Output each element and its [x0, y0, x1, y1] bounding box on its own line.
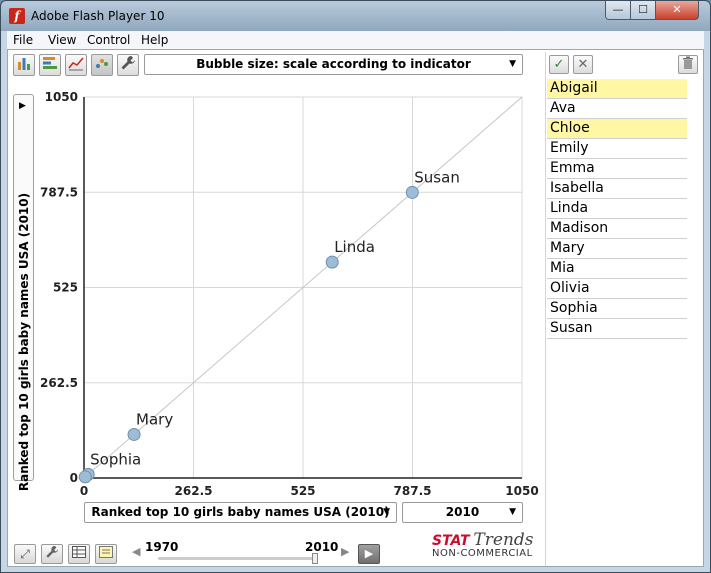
settings-wrench-icon[interactable] — [41, 544, 63, 564]
list-item-madison[interactable]: Madison — [547, 219, 687, 239]
x-tick-label: 262.5 — [175, 484, 213, 498]
data-point[interactable] — [325, 255, 339, 269]
deselect-all-button[interactable]: ✕ — [573, 55, 593, 74]
x-tick-label: 525 — [290, 484, 315, 498]
x-tick-label: 0 — [80, 484, 88, 498]
window-title: Adobe Flash Player 10 — [31, 9, 165, 23]
menu-help[interactable]: Help — [141, 33, 168, 47]
timeline-forward-icon[interactable]: ▶ — [341, 545, 349, 558]
brand-subtitle: NON-COMMERCIAL — [432, 548, 533, 559]
trash-icon[interactable] — [678, 55, 698, 74]
list-item-susan[interactable]: Susan — [547, 319, 687, 339]
data-point[interactable] — [405, 185, 419, 199]
y-tick-label: 1050 — [45, 90, 78, 104]
y-tick-label: 0 — [70, 471, 78, 485]
menu-file[interactable]: File — [13, 33, 33, 47]
stattrends-logo: STAT Trends NON-COMMERCIAL — [432, 530, 536, 559]
stattrends-app: Bubble size: scale according to indicato… — [7, 49, 704, 567]
x-axis-select-label: Ranked top 10 girls baby names USA (2010… — [91, 505, 390, 519]
timeline-back-icon[interactable]: ◀ — [132, 545, 140, 558]
data-point-label: Sophia — [90, 450, 141, 468]
title-bar[interactable]: f Adobe Flash Player 10 — ☐ ✕ — [1, 1, 710, 31]
flash-player-icon: f — [9, 8, 25, 24]
data-point-label: Mary — [136, 410, 173, 428]
list-item-olivia[interactable]: Olivia — [547, 279, 687, 299]
play-button[interactable]: ▶ — [358, 544, 380, 564]
notes-icon[interactable] — [95, 544, 117, 564]
timeline-slider-handle[interactable] — [312, 553, 318, 564]
x-axis-select[interactable]: Ranked top 10 girls baby names USA (2010… — [84, 502, 397, 523]
scatter-plot[interactable]: 0 262.5 525 787.5 1050 0 262.5 525 787.5 1050 Susa… — [8, 50, 543, 520]
year-select-label: 2010 — [445, 505, 480, 519]
x-tick-label: 787.5 — [394, 484, 432, 498]
list-item-emily[interactable]: Emily — [547, 139, 687, 159]
fullscreen-icon[interactable]: ⤢ — [14, 544, 36, 564]
name-list-panel: ✓ ✕ Abigail Ava Chloe Emily Emma Isabella Lind… — [545, 52, 703, 566]
timeline-slider[interactable] — [158, 553, 318, 564]
select-all-button[interactable]: ✓ — [549, 55, 569, 74]
maximize-button[interactable]: ☐ — [630, 1, 656, 20]
data-point-label: Susan — [414, 168, 460, 186]
timeline-end-label: 2010 — [305, 540, 339, 554]
data-point[interactable] — [127, 427, 141, 441]
menu-view[interactable]: View — [48, 33, 76, 47]
chevron-down-icon: ▼ — [509, 507, 516, 517]
list-item-sophia[interactable]: Sophia — [547, 299, 687, 319]
y-tick-label: 787.5 — [40, 185, 78, 199]
chevron-down-icon: ▼ — [383, 507, 390, 517]
brand-trends: Trends — [473, 530, 534, 550]
list-item-mia[interactable]: Mia — [547, 259, 687, 279]
list-item-abigail[interactable]: Abigail — [547, 79, 687, 99]
list-item-linda[interactable]: Linda — [547, 199, 687, 219]
list-item-isabella[interactable]: Isabella — [547, 179, 687, 199]
data-point[interactable] — [78, 470, 92, 484]
data-point-label: Linda — [334, 238, 375, 256]
minimize-button[interactable]: — — [605, 1, 631, 20]
name-list: Abigail Ava Chloe Emily Emma Isabella Linda Mad… — [547, 79, 687, 339]
y-tick-label: 262.5 — [40, 376, 78, 390]
table-icon[interactable] — [68, 544, 90, 564]
list-item-ava[interactable]: Ava — [547, 99, 687, 119]
x-tick-label: 1050 — [505, 484, 538, 498]
list-item-emma[interactable]: Emma — [547, 159, 687, 179]
timeline-start-label: 1970 — [145, 540, 179, 554]
year-select[interactable]: 2010 ▼ — [402, 502, 523, 523]
menu-bar: File View Control Help — [7, 31, 704, 49]
menu-control[interactable]: Control — [87, 33, 130, 47]
brand-stat: STAT — [432, 533, 470, 549]
list-item-chloe[interactable]: Chloe — [547, 119, 687, 139]
y-tick-label: 525 — [53, 281, 78, 295]
close-button[interactable]: ✕ — [655, 1, 699, 20]
list-item-mary[interactable]: Mary — [547, 239, 687, 259]
app-window: f Adobe Flash Player 10 — ☐ ✕ File View … — [0, 0, 711, 573]
